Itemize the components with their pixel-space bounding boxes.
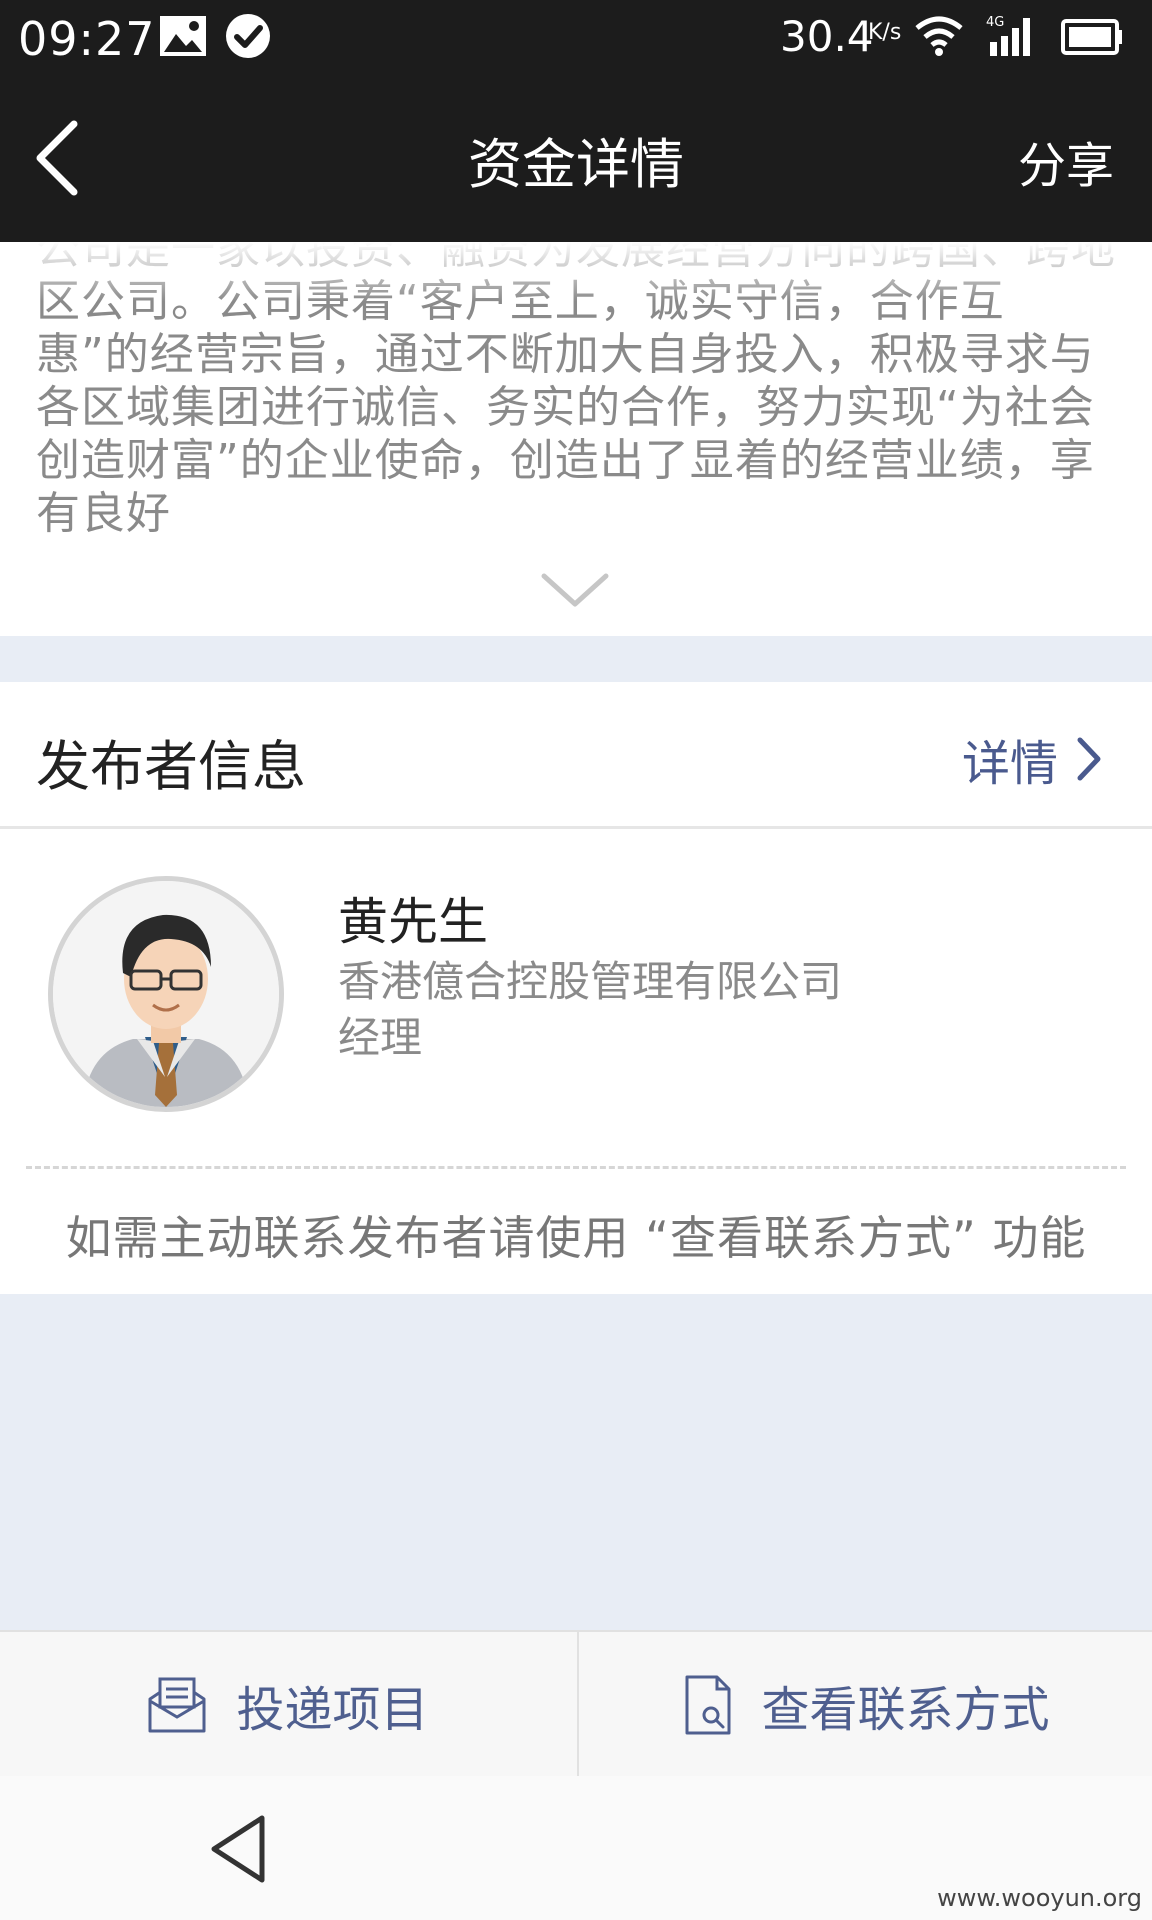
document-search-icon bbox=[685, 1675, 731, 1735]
page-title: 资金详情 bbox=[468, 133, 684, 196]
status-time: 09:27 bbox=[18, 12, 156, 66]
description-fade bbox=[0, 242, 1152, 302]
battery-icon bbox=[1060, 18, 1124, 60]
envelope-icon bbox=[148, 1677, 206, 1733]
watermark: www.wooyun.org bbox=[937, 1884, 1142, 1912]
publisher-section: 发布者信息 详情 黄先生 香港億合控股管理有限公司 经理 如需主动联系发布者请使… bbox=[0, 682, 1152, 1294]
publisher-name: 黄先生 bbox=[338, 893, 488, 951]
navigation-bar: www.wooyun.org bbox=[0, 1776, 1152, 1920]
nav-back-button[interactable] bbox=[208, 1814, 268, 1888]
submit-project-button[interactable]: 投递项目 bbox=[0, 1632, 575, 1778]
svg-text:4G: 4G bbox=[986, 15, 1004, 30]
publisher-detail-label: 详情 bbox=[961, 736, 1058, 792]
divider bbox=[26, 1166, 1126, 1169]
publisher-role: 经理 bbox=[338, 1013, 423, 1062]
view-contact-button[interactable]: 查看联系方式 bbox=[577, 1632, 1152, 1778]
expand-button[interactable] bbox=[540, 570, 610, 610]
net-speed: 30.4 bbox=[780, 12, 874, 61]
contact-notice: 如需主动联系发布者请使用 “查看联系方式” 功能 bbox=[65, 1211, 1087, 1265]
title-bar: 资金详情 分享 bbox=[0, 78, 1152, 242]
share-button[interactable]: 分享 bbox=[1018, 126, 1114, 196]
company-description: 公司是一家以投资、融资为发展经营方向的跨国、跨地区公司。公司秉着“客户至上，诚实… bbox=[0, 242, 1152, 636]
submit-project-label: 投递项目 bbox=[236, 1682, 429, 1738]
action-bar: 投递项目 查看联系方式 bbox=[0, 1630, 1152, 1778]
net-unit: K/s bbox=[868, 20, 902, 45]
image-icon bbox=[158, 14, 208, 62]
publisher-detail-link[interactable]: 详情 bbox=[962, 724, 1102, 794]
publisher-company: 香港億合控股管理有限公司 bbox=[338, 957, 843, 1006]
chevron-right-icon bbox=[1077, 737, 1101, 781]
chevron-down-icon bbox=[541, 573, 609, 607]
check-circle-icon bbox=[224, 12, 272, 64]
publisher-section-title: 发布者信息 bbox=[36, 735, 306, 798]
status-bar: 09:27 30.4 K/s 4G bbox=[0, 0, 1152, 78]
avatar[interactable] bbox=[48, 876, 284, 1112]
publisher-header: 发布者信息 详情 bbox=[0, 682, 1152, 829]
triangle-back-icon bbox=[211, 1815, 265, 1883]
signal-4g-icon: 4G bbox=[986, 14, 1038, 62]
view-contact-label: 查看联系方式 bbox=[761, 1682, 1050, 1738]
wifi-icon bbox=[914, 16, 964, 60]
